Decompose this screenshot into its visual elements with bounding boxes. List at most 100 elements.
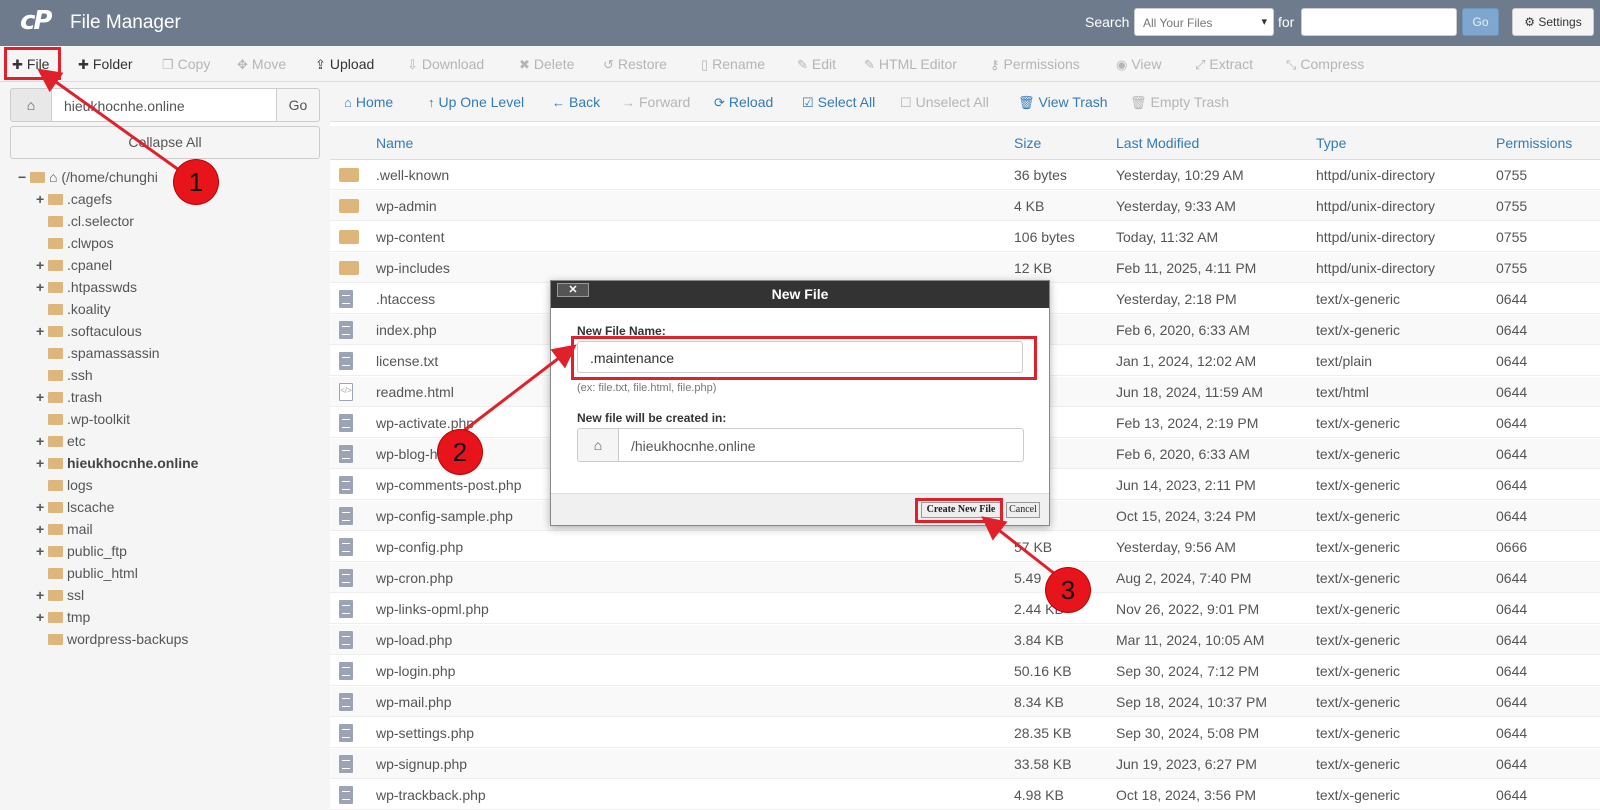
tree-item[interactable]: .spamassassin (36, 342, 160, 364)
html-file-icon: </> (339, 383, 353, 401)
cancel-button[interactable]: Cancel (1006, 502, 1040, 518)
expand-icon[interactable]: + (36, 188, 48, 210)
tree-item[interactable]: + ssl (36, 584, 84, 606)
table-row[interactable]: wp-signup.php 33.58 KB Jun 19, 2023, 6:27 … (330, 749, 1600, 779)
toolbar-label: Extract (1209, 56, 1253, 72)
table-row[interactable]: wp-admin 4 KB Yesterday, 9:33 AM httpd/unix… (330, 191, 1600, 221)
table-row[interactable]: wp-trackback.php 4.98 KB Oct 18, 2024, 3:5… (330, 780, 1600, 810)
toolbar-permissions-button[interactable]: ⚷ Permissions (990, 46, 1080, 82)
tree-item[interactable]: .clwpos (36, 232, 114, 254)
tree-item[interactable]: wordpress-backups (36, 628, 188, 650)
nav-empty-trash-button[interactable]: 🗑 Empty Trash (1130, 82, 1229, 122)
tree-item[interactable]: + .softaculous (36, 320, 142, 342)
expand-icon[interactable]: + (36, 606, 48, 628)
create-new-file-button[interactable]: Create New File (921, 502, 1001, 518)
cell-name: wp-comments-post.php (376, 477, 522, 493)
tree-item[interactable]: + lscache (36, 496, 114, 518)
close-icon[interactable]: ✕ (557, 283, 589, 297)
table-row[interactable]: .well-known 36 bytes Yesterday, 10:29 AM ht… (330, 160, 1600, 190)
column-header-name[interactable]: Name (376, 135, 413, 151)
tree-item[interactable]: + .htpasswds (36, 276, 137, 298)
toolbar-upload-button[interactable]: ⇪ Upload (315, 46, 374, 82)
table-row[interactable]: wp-mail.php 8.34 KB Sep 18, 2024, 10:37 PM… (330, 687, 1600, 717)
expand-icon[interactable]: + (36, 430, 48, 452)
tree-item[interactable]: .cl.selector (36, 210, 134, 232)
sidebar: ⌂ hieukhocnhe.online Go Collapse All − ⌂ … (0, 82, 330, 810)
nav-select-all-button[interactable]: ☑ Select All (802, 82, 875, 122)
column-header-size[interactable]: Size (1014, 135, 1041, 151)
toolbar-rename-button[interactable]: ▯ Rename (701, 46, 765, 82)
expand-icon[interactable]: + (36, 584, 48, 606)
expand-icon[interactable]: + (36, 496, 48, 518)
table-row[interactable]: wp-login.php 50.16 KB Sep 30, 2024, 7:12 P… (330, 656, 1600, 686)
nav-back-button[interactable]: ← Back (552, 82, 600, 122)
toolbar-delete-button[interactable]: ✖ Delete (519, 46, 574, 82)
toolbar-copy-button[interactable]: ❐ Copy (162, 46, 210, 82)
tree-item[interactable]: logs (36, 474, 93, 496)
table-row[interactable]: wp-includes 12 KB Feb 11, 2025, 4:11 PM htt… (330, 253, 1600, 283)
tree-root[interactable]: − ⌂ (/home/chunghi (18, 166, 158, 188)
expand-icon[interactable]: + (36, 540, 48, 562)
path-go-button[interactable]: Go (276, 88, 320, 122)
tree-item[interactable]: + mail (36, 518, 93, 540)
table-row[interactable]: wp-settings.php 28.35 KB Sep 30, 2024, 5:0… (330, 718, 1600, 748)
nav-home-button[interactable]: ⌂ Home (344, 82, 393, 122)
cell-name: license.txt (376, 353, 439, 369)
cell-name: wp-login.php (376, 663, 456, 679)
tree-item[interactable]: + etc (36, 430, 86, 452)
toolbar-extract-button[interactable]: ⤢ Extract (1195, 46, 1253, 82)
expand-icon[interactable]: + (36, 386, 48, 408)
collapse-icon[interactable]: − (18, 166, 30, 188)
table-row[interactable]: wp-links-opml.php 2.44 KB Nov 26, 2022, 9:… (330, 594, 1600, 624)
toolbar-view-button[interactable]: ◉ View (1116, 46, 1161, 82)
column-header-last-modified[interactable]: Last Modified (1116, 135, 1199, 151)
tree-item[interactable]: + tmp (36, 606, 90, 628)
expand-icon[interactable]: + (36, 276, 48, 298)
path-input[interactable]: hieukhocnhe.online (51, 88, 277, 122)
column-header-type[interactable]: Type (1316, 135, 1346, 151)
column-header-permissions[interactable]: Permissions (1496, 135, 1572, 151)
toolbar-edit-button[interactable]: ✎ Edit (797, 46, 836, 82)
toolbar-restore-button[interactable]: ↺ Restore (603, 46, 667, 82)
toolbar-move-button[interactable]: ✥ Move (237, 46, 286, 82)
table-row[interactable]: wp-load.php 3.84 KB Mar 11, 2024, 10:05 AM… (330, 625, 1600, 655)
home-icon[interactable]: ⌂ (10, 88, 52, 122)
search-input[interactable] (1301, 8, 1457, 36)
nav-forward-button[interactable]: → Forward (622, 82, 690, 122)
new-file-name-input[interactable]: .maintenance (577, 341, 1023, 373)
toolbar-folder-button[interactable]: ✚ Folder (78, 46, 133, 82)
nav-reload-button[interactable]: ⟳ Reload (714, 82, 773, 122)
nav-unselect-all-button[interactable]: ☐ Unselect All (900, 82, 989, 122)
cell-type: text/x-generic (1316, 694, 1401, 710)
tree-item-label: .cagefs (67, 191, 113, 207)
tree-item[interactable]: .wp-toolkit (36, 408, 130, 430)
table-row[interactable]: wp-cron.php 5.49 Aug 2, 2024, 7:40 PM text/… (330, 563, 1600, 593)
nav-up-one-level-button[interactable]: ↑ Up One Level (428, 82, 524, 122)
collapse-all-button[interactable]: Collapse All (10, 126, 320, 159)
expand-icon[interactable]: + (36, 320, 48, 342)
tree-item[interactable]: .ssh (36, 364, 93, 386)
table-row[interactable]: wp-config.php 57 KB Yesterday, 9:56 AM text… (330, 532, 1600, 562)
expand-icon[interactable]: + (36, 254, 48, 276)
toolbar-compress-button[interactable]: ⤡ Compress (1286, 46, 1364, 82)
tree-item[interactable]: + .cagefs (36, 188, 112, 210)
tree-item-label: hieukhocnhe.online (67, 455, 199, 471)
table-row[interactable]: wp-content 106 bytes Today, 11:32 AM httpd/… (330, 222, 1600, 252)
tree-item[interactable]: + public_ftp (36, 540, 127, 562)
search-go-button[interactable]: Go (1462, 8, 1499, 36)
tree-item[interactable]: .koality (36, 298, 111, 320)
location-input[interactable]: /hieukhocnhe.online (618, 428, 1024, 462)
cell-name: wp-settings.php (376, 725, 475, 741)
toolbar-download-button[interactable]: ⇩ Download (407, 46, 484, 82)
toolbar-html-editor-button[interactable]: ✎ HTML Editor (864, 46, 957, 82)
expand-icon[interactable]: + (36, 518, 48, 540)
expand-icon[interactable]: + (36, 452, 48, 474)
tree-item[interactable]: public_html (36, 562, 138, 584)
toolbar-file-button[interactable]: ✚ File (12, 46, 49, 82)
tree-item[interactable]: + hieukhocnhe.online (36, 452, 198, 474)
settings-button[interactable]: ⚙ Settings (1512, 8, 1594, 36)
tree-item[interactable]: + .cpanel (36, 254, 112, 276)
nav-view-trash-button[interactable]: 🗑 View Trash (1018, 82, 1108, 122)
search-scope-select[interactable]: All Your Files ▾ (1134, 8, 1274, 36)
tree-item[interactable]: + .trash (36, 386, 102, 408)
